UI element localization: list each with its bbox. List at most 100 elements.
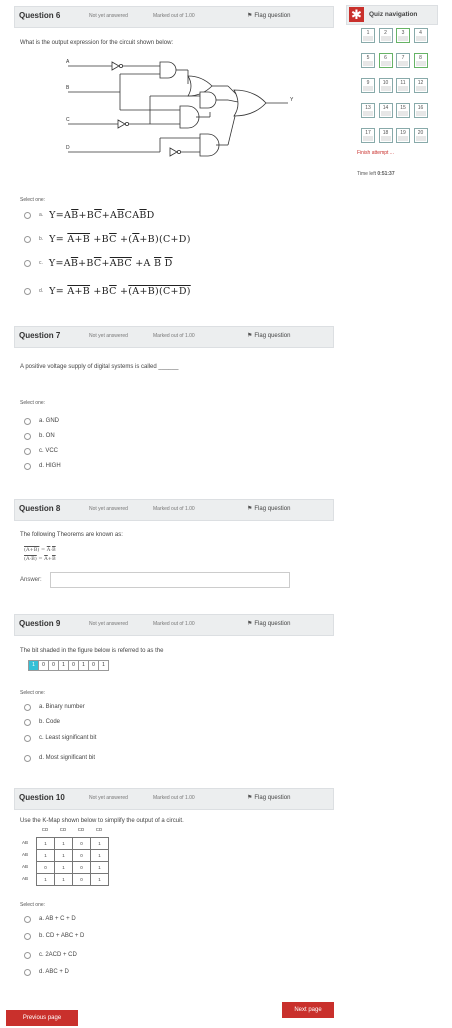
flag-icon: ⚑ xyxy=(247,506,253,512)
k-map-row-header: AB xyxy=(22,840,29,845)
k-map-cell: 1 xyxy=(55,862,73,874)
k-map-cell: 0 xyxy=(73,850,91,862)
radio-button[interactable] xyxy=(24,754,31,762)
quiz-nav-button[interactable]: 1 xyxy=(361,28,375,43)
boolean-expression: Y=AB+BC+ABCABD xyxy=(49,209,155,221)
k-map-col-header: CD xyxy=(77,827,85,832)
radio-button[interactable] xyxy=(24,447,31,455)
question-title: Question 6 xyxy=(19,11,61,20)
question-8-header: Question 8 Not yet answered Marked out o… xyxy=(14,499,334,521)
radio-button[interactable] xyxy=(24,968,31,976)
question-7-header: Question 7 Not yet answered Marked out o… xyxy=(14,326,334,348)
quiz-nav-status-bar xyxy=(415,86,426,91)
option-b[interactable]: b. ON xyxy=(24,431,55,441)
radio-button[interactable] xyxy=(24,734,31,742)
k-map-col-header: CD xyxy=(41,827,49,832)
answer-input[interactable] xyxy=(50,572,290,588)
radio-button[interactable] xyxy=(24,287,31,295)
option-b[interactable]: b. CD + ABC + D xyxy=(24,931,84,941)
quiz-nav-button[interactable]: 12 xyxy=(413,78,428,93)
quiz-nav-button[interactable]: 5 xyxy=(361,53,375,68)
question-9-header: Question 9 Not yet answered Marked out o… xyxy=(14,614,334,636)
option-d[interactable]: d. Most significant bit xyxy=(24,753,95,763)
quiz-nav-status-bar xyxy=(415,36,426,41)
quiz-nav-status-bar xyxy=(398,61,408,66)
radio-button[interactable] xyxy=(24,235,31,243)
radio-button[interactable] xyxy=(24,417,31,425)
k-map-row-header: AB xyxy=(22,852,29,857)
option-d[interactable]: d. ABC + D xyxy=(24,967,69,977)
quiz-nav-button[interactable]: 11 xyxy=(396,78,410,93)
flag-icon: ⚑ xyxy=(247,621,253,627)
option-d[interactable]: d. HIGH xyxy=(24,461,61,471)
quiz-nav-button[interactable]: 18 xyxy=(378,128,393,143)
option-c[interactable]: c. 2ACD + CD xyxy=(24,950,77,960)
quiz-nav-button[interactable]: 4 xyxy=(413,28,428,43)
k-map-cell: 1 xyxy=(37,850,55,862)
option-c[interactable]: c. Y=AB+BC+ABC +A B D xyxy=(24,258,173,269)
option-b[interactable]: b. Code xyxy=(24,717,60,727)
question-text: What is the output expression for the ci… xyxy=(20,40,174,46)
next-page-button[interactable]: Next page xyxy=(282,1002,334,1018)
quiz-nav-status-bar xyxy=(415,61,426,66)
quiz-nav-button[interactable]: 14 xyxy=(378,103,393,118)
quiz-nav-button[interactable]: 9 xyxy=(361,78,375,93)
quiz-nav-button[interactable]: 10 xyxy=(378,78,393,93)
option-a[interactable]: a. AB + C + D xyxy=(24,914,76,924)
quiz-nav-status-bar xyxy=(398,86,408,91)
quiz-nav-button[interactable]: 15 xyxy=(396,103,410,118)
option-a[interactable]: a. Y=AB+BC+ABCABD xyxy=(24,209,155,221)
option-c[interactable]: c. Least significant bit xyxy=(24,733,96,743)
option-b[interactable]: b. Y= A+B +BC +(A+B)(C+D) xyxy=(24,234,191,245)
flag-question-link[interactable]: ⚑ Flag question xyxy=(247,12,290,19)
radio-button[interactable] xyxy=(24,462,31,470)
flag-question-link[interactable]: ⚑ Flag question xyxy=(247,794,290,801)
option-d[interactable]: d. Y= A+B +BC +(A+B)(C+D) xyxy=(24,286,191,297)
output-label: Y xyxy=(290,97,294,103)
radio-button[interactable] xyxy=(24,432,31,440)
finish-attempt-link[interactable]: Finish attempt ... xyxy=(357,150,394,156)
select-one-label: Select one: xyxy=(20,690,46,696)
radio-button[interactable] xyxy=(24,259,31,267)
quiz-nav-status-bar xyxy=(380,61,391,66)
radio-button[interactable] xyxy=(24,718,31,726)
radio-button[interactable] xyxy=(24,211,31,219)
radio-button[interactable] xyxy=(24,951,31,959)
question-status: Not yet answered xyxy=(89,13,128,19)
flag-question-link[interactable]: ⚑ Flag question xyxy=(247,620,290,627)
quiz-nav-status-bar xyxy=(415,136,426,141)
question-marks: Marked out of 1.00 xyxy=(153,506,195,512)
quiz-nav-button[interactable]: 2 xyxy=(378,28,393,43)
k-map-cell: 1 xyxy=(37,874,55,886)
logic-circuit-diagram: A B C D Y xyxy=(66,59,294,157)
quiz-nav-button[interactable]: 7 xyxy=(396,53,410,68)
previous-page-button[interactable]: Previous page xyxy=(6,1010,78,1026)
radio-button[interactable] xyxy=(24,932,31,940)
quiz-nav-button[interactable]: 19 xyxy=(396,128,410,143)
bit-cell: 0 xyxy=(39,660,49,671)
question-status: Not yet answered xyxy=(89,506,128,512)
question-text: The following Theorems are known as: xyxy=(20,532,123,538)
radio-button[interactable] xyxy=(24,915,31,923)
flag-question-link[interactable]: ⚑ Flag question xyxy=(247,505,290,512)
k-map-cell: 1 xyxy=(91,862,109,874)
quiz-nav-status-bar xyxy=(398,36,408,41)
option-c[interactable]: c. VCC xyxy=(24,446,58,456)
quiz-nav-button[interactable]: 6 xyxy=(378,53,393,68)
quiz-nav-button[interactable]: 8 xyxy=(413,53,428,68)
option-a[interactable]: a. GND xyxy=(24,416,59,426)
radio-button[interactable] xyxy=(24,703,31,711)
quiz-nav-button[interactable]: 20 xyxy=(413,128,428,143)
quiz-nav-button[interactable]: 3 xyxy=(396,28,410,43)
k-map-row-headers: AB AB AB AB xyxy=(22,837,28,885)
flag-question-link[interactable]: ⚑ Flag question xyxy=(247,332,290,339)
quiz-nav-button[interactable]: 16 xyxy=(413,103,428,118)
k-map-col-header: CD xyxy=(95,827,103,832)
quiz-navigation-title: Quiz navigation xyxy=(369,11,418,18)
quiz-nav-button[interactable]: 13 xyxy=(361,103,375,118)
quiz-nav-button[interactable]: 17 xyxy=(361,128,375,143)
option-a[interactable]: a. Binary number xyxy=(24,702,85,712)
k-map-cell: 0 xyxy=(73,838,91,850)
question-marks: Marked out of 1.00 xyxy=(153,795,195,801)
quiz-nav-status-bar xyxy=(363,86,373,91)
